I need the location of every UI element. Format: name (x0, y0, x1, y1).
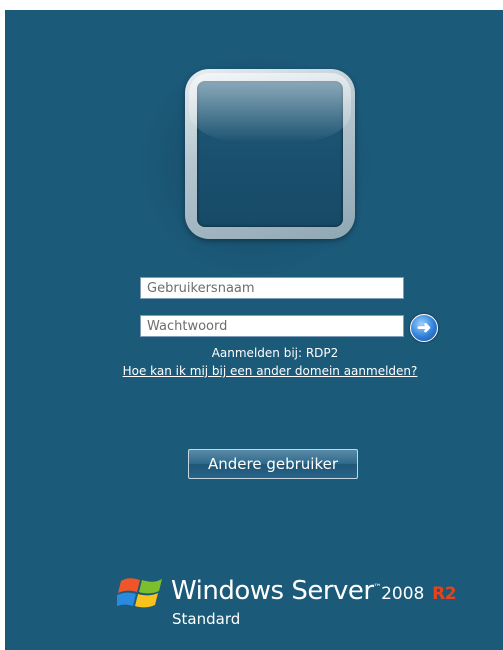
sign-in-to-label: Aanmelden bij: RDP2 (211, 346, 339, 360)
windows-flag-icon (117, 578, 162, 608)
product-release: R2 (432, 584, 457, 604)
user-avatar (197, 81, 343, 227)
product-edition: Standard (172, 610, 241, 628)
arrow-right-icon: ➜ (416, 318, 432, 337)
other-domain-link[interactable]: Hoe kan ik mij bij een ander domein aanm… (5, 364, 503, 378)
submit-arrow-button[interactable]: ➜ (410, 314, 438, 342)
user-avatar-frame (185, 69, 355, 239)
password-input[interactable] (140, 315, 404, 337)
login-screen: ➜ Aanmelden bij: RDP2 Hoe kan ik mij bij… (5, 10, 503, 650)
username-input[interactable] (140, 277, 404, 299)
product-name: Windows Server™2008 R2 (171, 576, 457, 606)
other-user-button[interactable]: Andere gebruiker (188, 449, 358, 479)
product-name-text: Windows Server (171, 576, 374, 606)
product-branding: Windows Server™2008 R2 Standard (117, 568, 457, 638)
product-version: 2008 (381, 584, 425, 604)
